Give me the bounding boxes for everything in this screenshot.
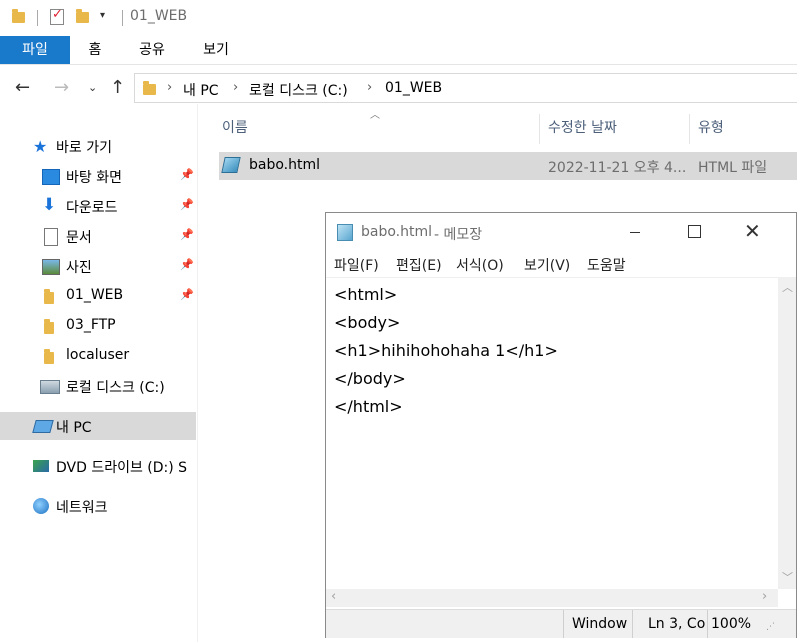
nav-item-dvd[interactable]: DVD 드라이브 (D:) S bbox=[0, 452, 196, 480]
tab-home[interactable]: 홈 bbox=[78, 36, 112, 64]
folder-icon bbox=[143, 81, 156, 95]
status-divider bbox=[632, 610, 633, 638]
navigation-pane: ★ 바로 가기 바탕 화면 📌 ⬇ 다운로드 📌 문서 📌 사진 📌 01_WE… bbox=[0, 110, 197, 642]
chevron-right-icon[interactable]: › bbox=[233, 80, 238, 95]
document-icon bbox=[44, 228, 58, 246]
notepad-window[interactable]: babo.html - 메모장 ✕ 파일(F) 편집(E) 서식(O) 보기(V… bbox=[325, 212, 797, 638]
file-type: HTML 파일 bbox=[698, 160, 768, 176]
column-header-modified[interactable]: 수정한 날짜 bbox=[548, 108, 617, 148]
desktop-icon bbox=[42, 169, 60, 185]
file-row[interactable]: babo.html 2022-11-21 오후 4... HTML 파일 bbox=[219, 152, 797, 180]
pin-icon[interactable]: 📌 bbox=[180, 288, 194, 301]
file-modified: 2022-11-21 오후 4... bbox=[548, 160, 687, 176]
scroll-up-icon[interactable]: ︿ bbox=[782, 279, 793, 295]
separator bbox=[37, 10, 38, 26]
horizontal-scrollbar[interactable]: ‹ › bbox=[326, 589, 778, 607]
maximize-icon[interactable] bbox=[688, 225, 701, 238]
download-icon: ⬇ bbox=[42, 195, 57, 215]
recent-locations-button[interactable]: ⌄ bbox=[88, 81, 97, 94]
menu-file[interactable]: 파일(F) bbox=[334, 255, 379, 275]
pane-divider bbox=[197, 104, 198, 642]
forward-button[interactable]: → bbox=[54, 77, 69, 98]
notepad-icon bbox=[337, 224, 353, 241]
resize-grip-icon[interactable]: ⋰ bbox=[766, 622, 775, 632]
menu-view[interactable]: 보기(V) bbox=[524, 255, 570, 275]
minimize-icon[interactable] bbox=[630, 232, 640, 233]
dvd-drive-icon bbox=[33, 460, 49, 472]
nav-item-localuser[interactable]: localuser bbox=[0, 342, 196, 370]
menu-edit[interactable]: 편집(E) bbox=[396, 255, 442, 275]
new-folder-icon[interactable] bbox=[76, 9, 89, 23]
pictures-icon bbox=[42, 259, 60, 275]
column-divider[interactable] bbox=[539, 114, 540, 144]
status-zoom: 100% bbox=[711, 616, 752, 632]
scroll-left-icon[interactable]: ‹ bbox=[331, 589, 336, 604]
chevron-right-icon[interactable]: › bbox=[367, 80, 372, 95]
folder-icon bbox=[12, 9, 25, 23]
status-eol: Window bbox=[572, 616, 628, 632]
address-bar[interactable]: › 내 PC › 로컬 디스크 (C:) › 01_WEB bbox=[134, 73, 797, 103]
breadcrumb-this-pc[interactable]: 내 PC bbox=[183, 80, 219, 100]
nav-item-local-disk[interactable]: 로컬 디스크 (C:) bbox=[0, 372, 196, 400]
customize-toolbar-icon[interactable]: ▾ bbox=[100, 10, 105, 21]
sort-up-icon: ︿ bbox=[370, 110, 380, 121]
column-divider[interactable] bbox=[689, 114, 690, 144]
pin-icon[interactable]: 📌 bbox=[180, 198, 194, 211]
chevron-right-icon[interactable]: › bbox=[167, 80, 172, 95]
nav-quick-access[interactable]: ★ 바로 가기 bbox=[0, 132, 196, 160]
pin-icon[interactable]: 📌 bbox=[180, 258, 194, 271]
pin-icon[interactable]: 📌 bbox=[180, 168, 194, 181]
vertical-scrollbar[interactable]: ︿ ﹀ bbox=[778, 277, 796, 589]
notepad-title-app: - 메모장 bbox=[434, 227, 483, 243]
tab-view[interactable]: 보기 bbox=[196, 36, 236, 64]
breadcrumb-01-web[interactable]: 01_WEB bbox=[385, 80, 442, 96]
star-icon: ★ bbox=[33, 137, 48, 156]
nav-item-pictures[interactable]: 사진 📌 bbox=[0, 252, 196, 280]
folder-icon bbox=[44, 289, 54, 304]
pin-icon[interactable]: 📌 bbox=[180, 228, 194, 241]
close-icon[interactable]: ✕ bbox=[744, 219, 761, 243]
scroll-down-icon[interactable]: ﹀ bbox=[782, 569, 793, 585]
ribbon-tabs: 파일 홈 공유 보기 bbox=[0, 36, 797, 65]
back-button[interactable]: ← bbox=[15, 77, 30, 98]
computer-icon bbox=[32, 420, 54, 433]
nav-item-desktop[interactable]: 바탕 화면 📌 bbox=[0, 162, 196, 190]
folder-icon bbox=[44, 349, 54, 364]
drive-icon bbox=[40, 380, 60, 394]
notepad-title-file: babo.html bbox=[361, 224, 433, 240]
tab-share[interactable]: 공유 bbox=[132, 36, 172, 64]
html-file-icon bbox=[221, 157, 241, 173]
column-header-type[interactable]: 유형 bbox=[698, 108, 724, 148]
properties-icon[interactable]: ✓ bbox=[50, 7, 64, 25]
menu-format[interactable]: 서식(O) bbox=[456, 255, 504, 275]
nav-item-01-web[interactable]: 01_WEB 📌 bbox=[0, 282, 196, 310]
notepad-menu-bar: 파일(F) 편집(E) 서식(O) 보기(V) 도움말 bbox=[326, 251, 796, 278]
network-icon bbox=[33, 498, 49, 514]
status-divider bbox=[707, 610, 708, 638]
separator bbox=[122, 10, 123, 26]
scroll-right-icon[interactable]: › bbox=[762, 589, 767, 604]
folder-icon bbox=[44, 319, 54, 334]
menu-help[interactable]: 도움말 bbox=[587, 255, 626, 275]
nav-item-documents[interactable]: 문서 📌 bbox=[0, 222, 196, 250]
up-button[interactable]: ↑ bbox=[110, 77, 125, 98]
status-position: Ln 3, Co bbox=[648, 616, 706, 632]
notepad-title-bar[interactable]: babo.html - 메모장 ✕ bbox=[326, 213, 796, 251]
window-title: 01_WEB bbox=[130, 8, 188, 24]
status-divider bbox=[563, 610, 564, 638]
title-bar: ✓ ▾ 01_WEB bbox=[0, 0, 797, 36]
nav-item-03-ftp[interactable]: 03_FTP bbox=[0, 312, 196, 340]
notepad-text-area[interactable]: <html> <body> <h1>hihihohohaha 1</h1> </… bbox=[334, 281, 558, 421]
nav-item-downloads[interactable]: ⬇ 다운로드 📌 bbox=[0, 192, 196, 220]
nav-item-network[interactable]: 네트워크 bbox=[0, 492, 196, 520]
notepad-status-bar: Window Ln 3, Co 100% ⋰ bbox=[326, 609, 796, 638]
tab-file[interactable]: 파일 bbox=[0, 36, 70, 64]
column-header-name[interactable]: 이름 bbox=[222, 108, 248, 148]
nav-item-this-pc[interactable]: 내 PC bbox=[0, 412, 196, 440]
file-name: babo.html bbox=[249, 157, 321, 173]
breadcrumb-local-disk[interactable]: 로컬 디스크 (C:) bbox=[249, 80, 348, 100]
